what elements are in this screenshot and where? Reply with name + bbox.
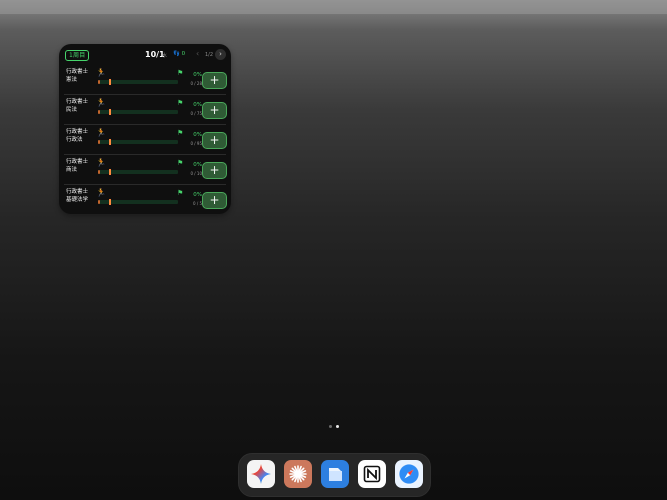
progress-fill (98, 80, 100, 84)
progress-percent: 0% (193, 102, 202, 108)
progress-marker (109, 169, 111, 175)
add-progress-button[interactable]: + (202, 162, 227, 179)
progress-fill (98, 200, 100, 204)
page-indicator: 1/2 (205, 52, 214, 58)
subject-row: 行政書士 基礎法学 🏃 ⚑ 0% 0 / 5 + (59, 184, 231, 213)
subject-row: 行政書士 民法 🏃 ⚑ 0% 0 / 75 + (59, 94, 231, 123)
subject-name: 行政書士 民法 (66, 99, 88, 114)
notion-app-icon[interactable] (358, 460, 386, 488)
subject-title: 商法 (66, 166, 78, 173)
subject-category: 行政書士 (66, 189, 89, 195)
subject-name: 行政書士 憲法 (66, 69, 88, 84)
subject-category: 行政書士 (66, 159, 89, 165)
next-page-button[interactable]: › (215, 49, 226, 60)
previous-page-button[interactable]: ‹ (196, 49, 199, 58)
row-divider (64, 124, 226, 125)
status-bar-region (0, 0, 667, 14)
claude-app-icon[interactable] (284, 460, 312, 488)
add-progress-button[interactable]: + (202, 102, 227, 119)
gemini-app-icon[interactable] (247, 460, 275, 488)
progress-track (98, 199, 178, 205)
row-divider (64, 94, 226, 95)
page-dot[interactable] (329, 425, 332, 428)
progress-track (98, 79, 178, 85)
add-progress-button[interactable]: + (202, 72, 227, 89)
subject-category: 行政書士 (66, 129, 89, 135)
progress-percent: 0% (193, 72, 202, 78)
progress-marker (109, 79, 111, 85)
progress-marker (109, 139, 111, 145)
subject-title: 基礎法学 (66, 196, 89, 203)
subject-row: 行政書士 憲法 🏃 ⚑ 0% 0 / 28 + (59, 64, 231, 93)
page-dot-active[interactable] (336, 425, 339, 428)
progress-count: 0 / 28 (190, 81, 202, 86)
subject-category: 行政書士 (66, 99, 89, 105)
progress-count: 0 / 95 (190, 141, 202, 146)
subject-row: 行政書士 行政法 🏃 ⚑ 0% 0 / 95 + (59, 124, 231, 153)
page-dots[interactable] (329, 425, 341, 429)
subject-title: 行政法 (66, 136, 83, 143)
runner-icon: 🏃 (96, 188, 106, 197)
runner-icon: 🏃 (96, 128, 106, 137)
add-progress-button[interactable]: + (202, 192, 227, 209)
subject-title: 憲法 (66, 76, 78, 83)
progress-percent: 0% (193, 192, 202, 198)
progress-count: 0 / 5 (193, 201, 202, 206)
progress-marker (109, 199, 111, 205)
progress-percent: 0% (193, 162, 202, 168)
subject-name: 行政書士 行政法 (66, 129, 88, 144)
progress-fill (98, 170, 100, 174)
progress-count: 0 / 75 (190, 111, 202, 116)
subject-name: 行政書士 商法 (66, 159, 88, 174)
progress-percent: 0% (193, 132, 202, 138)
row-divider (64, 184, 226, 185)
runner-icon: 🏃 (96, 158, 106, 167)
progress-marker (109, 109, 111, 115)
progress-track (98, 139, 178, 145)
subject-category: 行政書士 (66, 69, 89, 75)
study-progress-widget[interactable]: 1周目 10/1 水 👣 0 ‹ 1/2 › 行政書士 憲法 🏃 ⚑ 0% 0 … (59, 44, 231, 214)
folder-icon (329, 468, 342, 481)
notion-n-icon (363, 465, 381, 483)
add-progress-button[interactable]: + (202, 132, 227, 149)
gemini-star-icon (251, 464, 271, 484)
week-badge: 1周目 (65, 50, 90, 61)
progress-fill (98, 140, 100, 144)
subject-title: 民法 (66, 106, 78, 113)
compass-icon (398, 463, 420, 485)
runner-icon: 🏃 (96, 68, 106, 77)
streak-counter: 👣 0 (173, 51, 186, 57)
progress-fill (98, 110, 100, 114)
progress-track (98, 169, 178, 175)
row-divider (64, 154, 226, 155)
progress-track (98, 109, 178, 115)
dock (238, 453, 431, 497)
subject-row: 行政書士 商法 🏃 ⚑ 0% 0 / 10 + (59, 154, 231, 183)
widget-header: 1周目 10/1 水 👣 0 ‹ 1/2 › (59, 44, 231, 64)
progress-count: 0 / 10 (190, 171, 202, 176)
runner-icon: 🏃 (96, 98, 106, 107)
safari-app-icon[interactable] (395, 460, 423, 488)
files-app-icon[interactable] (321, 460, 349, 488)
claude-spark-icon (289, 465, 307, 483)
widget-weekday: 水 (162, 53, 168, 59)
subject-name: 行政書士 基礎法学 (66, 189, 88, 204)
